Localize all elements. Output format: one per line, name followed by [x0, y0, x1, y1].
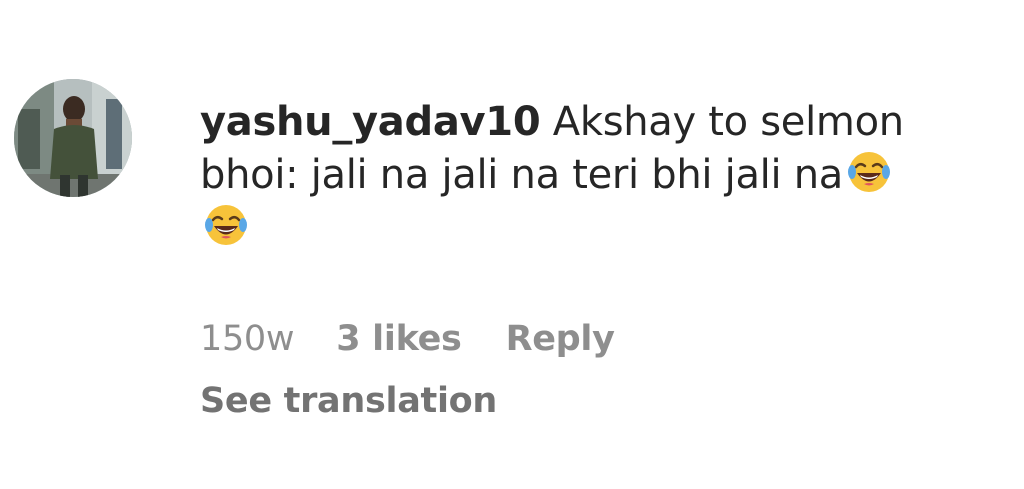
- username-link[interactable]: yashu_yadav10: [200, 99, 541, 145]
- comment-meta: 150w 3 likes Reply: [200, 316, 615, 362]
- see-translation-button[interactable]: See translation: [200, 378, 497, 424]
- face-with-tears-of-joy-icon: [204, 203, 248, 247]
- comment-text: yashu_yadav10 Akshay to selmon bhoi: jali…: [200, 96, 1000, 255]
- comment-text-line2: bhoi: jali na jali na teri bhi jali na: [200, 152, 843, 198]
- reply-button[interactable]: Reply: [506, 316, 615, 362]
- likes-count[interactable]: 3 likes: [336, 316, 462, 362]
- comment-age[interactable]: 150w: [200, 316, 295, 362]
- comment-body: yashu_yadav10 Akshay to selmon bhoi: jali…: [200, 96, 1000, 255]
- comment-text-line1: Akshay to selmon: [540, 99, 904, 145]
- avatar-photo: [14, 79, 132, 197]
- comment: yashu_yadav10 Akshay to selmon bhoi: jali…: [0, 0, 1024, 489]
- avatar[interactable]: [14, 79, 132, 197]
- face-with-tears-of-joy-icon: [847, 150, 891, 194]
